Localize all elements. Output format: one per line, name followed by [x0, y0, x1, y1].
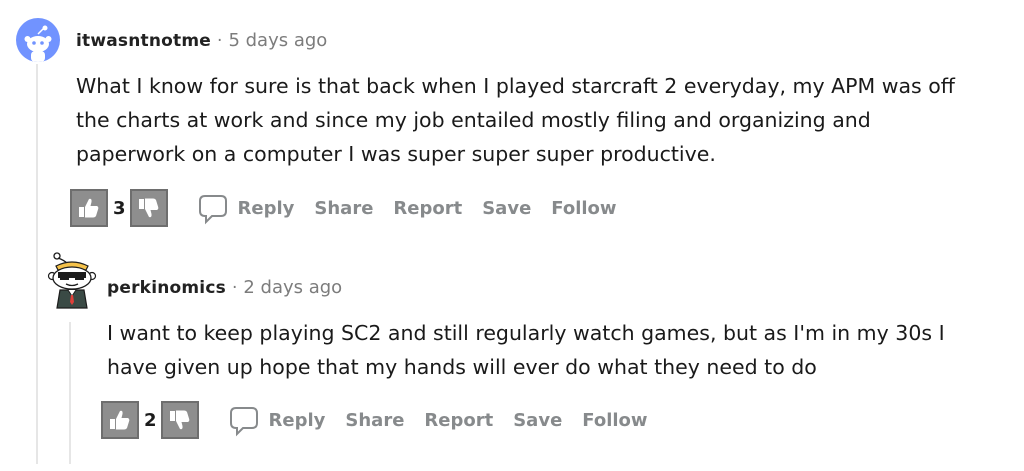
snoo-sunglasses-avatar-icon	[47, 252, 97, 309]
reply-label: Reply	[237, 197, 295, 219]
reply-button[interactable]: Reply	[196, 191, 315, 225]
user-avatar[interactable]	[46, 250, 98, 312]
username[interactable]: perkinomics	[107, 278, 226, 298]
upvote-button[interactable]	[101, 401, 139, 439]
report-button[interactable]: Report	[424, 410, 493, 431]
share-button[interactable]: Share	[345, 410, 404, 431]
follow-button[interactable]: Follow	[551, 198, 616, 219]
reply-button[interactable]: Reply	[227, 403, 346, 437]
save-button[interactable]: Save	[513, 410, 562, 431]
follow-button[interactable]: Follow	[582, 410, 647, 431]
share-button[interactable]: Share	[314, 198, 373, 219]
comment-text-line: the charts at work and since my job enta…	[76, 108, 871, 132]
report-button[interactable]: Report	[393, 198, 462, 219]
meta-separator: ·	[217, 31, 223, 51]
comment-actions: 2 Reply Share Report Save Follow	[101, 401, 668, 439]
upvote-button[interactable]	[70, 189, 108, 227]
comment-text-line: paperwork on a computer I was super supe…	[76, 142, 716, 166]
downvote-button[interactable]	[160, 401, 199, 439]
snoo-avatar-icon	[24, 25, 52, 62]
comment-actions: 3 Reply Share Report Save Follow	[70, 189, 637, 227]
thumbs-down-icon	[138, 198, 158, 218]
thread-line-nested[interactable]	[69, 322, 71, 464]
thread-line[interactable]	[36, 64, 38, 464]
vote-score: 3	[113, 197, 126, 219]
comment-text-line: What I know for sure is that back when I…	[76, 74, 955, 98]
comment-timestamp[interactable]: 5 days ago	[228, 30, 327, 51]
comment-body: What I know for sure is that back when I…	[76, 69, 955, 171]
username[interactable]: itwasntnotme	[76, 31, 211, 51]
comment-body: I want to keep playing SC2 and still reg…	[107, 316, 945, 384]
save-button[interactable]: Save	[482, 198, 531, 219]
meta-separator: ·	[231, 278, 238, 298]
thumbs-down-icon	[169, 410, 189, 430]
comment-text-line: I want to keep playing SC2 and still reg…	[107, 321, 945, 345]
comment-text-line: have given up hope that my hands will ev…	[107, 355, 817, 379]
thumbs-up-icon	[79, 198, 99, 218]
speech-bubble-icon	[198, 195, 227, 225]
user-avatar[interactable]	[16, 18, 60, 62]
comment-meta: itwasntnotme · 5 days ago	[76, 30, 327, 51]
downvote-button[interactable]	[129, 189, 168, 227]
comment-meta: perkinomics · 2 days ago	[107, 277, 342, 298]
reply-label: Reply	[268, 409, 326, 431]
speech-bubble-icon	[229, 407, 258, 437]
vote-score: 2	[144, 409, 157, 431]
comment-timestamp[interactable]: 2 days ago	[243, 277, 342, 298]
thumbs-up-icon	[110, 410, 130, 430]
